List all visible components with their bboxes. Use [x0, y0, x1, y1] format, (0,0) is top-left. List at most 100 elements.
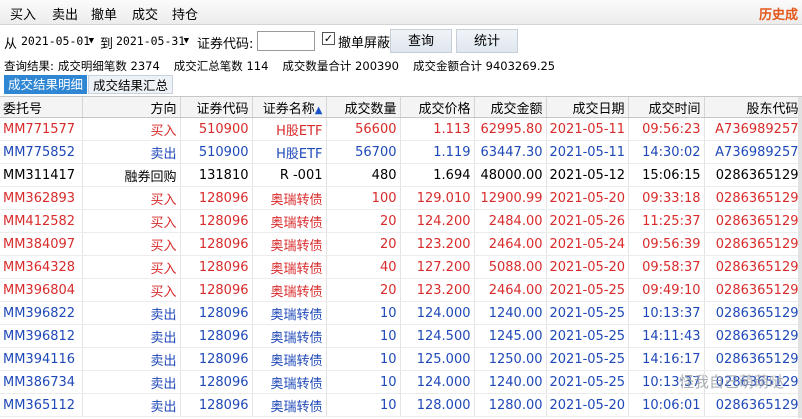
menu-item-cancel[interactable]: 撤单 [91, 4, 117, 23]
summary-summary-count: 成交汇总笔数 114 [173, 59, 269, 73]
cell-order-id: MM771577 [0, 117, 83, 141]
cell-price: 1.119 [400, 140, 475, 164]
to-date-select[interactable]: 2021-05-31 ▼ [113, 31, 193, 51]
cell-price: 1.694 [400, 163, 475, 187]
table-row[interactable]: MM775852 卖出 510900 H股ETF 56700 1.119 63447.30 2… [0, 140, 802, 164]
cell-shareholder-code: 0286365129 [704, 163, 802, 187]
col-header-direction[interactable]: 方向 [82, 97, 181, 118]
table-header-row: 委托号 方向 证券代码 证券名称▲ 成交数量 成交价格 成交金额 成交日期 成交… [0, 97, 802, 118]
cell-amount: 2464.00 [474, 278, 547, 302]
to-label: 到 [100, 37, 114, 52]
col-header-time[interactable]: 成交时间 [628, 97, 705, 118]
cell-date: 2021-05-24 [546, 232, 629, 256]
summary-qty-total: 成交数量合计 200390 [282, 59, 399, 73]
cell-order-id: MM365112 [0, 393, 83, 417]
table-row[interactable]: MM364328 买入 128096 奥瑞转债 40 127.200 5088.00 2021… [0, 255, 802, 279]
cell-order-id: MM396822 [0, 301, 83, 325]
history-menu-label[interactable]: 历史成 [759, 4, 798, 23]
cell-shareholder-code: 0286365129 [704, 324, 802, 348]
cell-price: 124.500 [400, 324, 475, 348]
cell-amount: 2484.00 [474, 209, 547, 233]
cell-quantity: 10 [326, 324, 401, 348]
cell-direction: 卖出 [82, 370, 181, 394]
table-row[interactable]: MM396822 卖出 128096 奥瑞转债 10 124.000 1240.00 2021… [0, 301, 802, 325]
cell-time: 09:56:39 [628, 232, 705, 256]
cell-time: 14:16:17 [628, 347, 705, 371]
from-date-value: 2021-05-01 [21, 34, 91, 48]
table-row[interactable]: MM396804 买入 128096 奥瑞转债 20 123.200 2464.00 2021… [0, 278, 802, 302]
cell-shareholder-code: 0286365129 [704, 393, 802, 417]
stats-button[interactable]: 统计 [456, 29, 518, 53]
cell-quantity: 100 [326, 186, 401, 210]
table-row[interactable]: MM412582 买入 128096 奥瑞转债 20 124.200 2484.00 2021… [0, 209, 802, 233]
cell-security-name: H股ETF [252, 140, 327, 164]
col-header-quantity[interactable]: 成交数量 [326, 97, 401, 118]
cell-direction: 买入 [82, 186, 181, 210]
cell-price: 127.200 [400, 255, 475, 279]
cell-security-name: 奥瑞转债 [252, 324, 327, 348]
menu-item-buy[interactable]: 买入 [10, 4, 36, 23]
cell-shareholder-code: 0286365129 [704, 301, 802, 325]
col-header-security-name-label: 证券名称 [262, 101, 315, 117]
cell-price: 128.000 [400, 393, 475, 417]
cell-amount: 48000.00 [474, 163, 547, 187]
col-header-order-id[interactable]: 委托号 [0, 97, 83, 118]
table-row[interactable]: MM771577 买入 510900 H股ETF 56600 1.113 62995.80 2… [0, 117, 802, 141]
menu-item-sell[interactable]: 卖出 [52, 4, 78, 23]
col-header-date[interactable]: 成交日期 [546, 97, 629, 118]
col-header-security-name[interactable]: 证券名称▲ [252, 97, 327, 118]
cell-security-code: 128096 [180, 186, 253, 210]
cell-quantity: 480 [326, 163, 401, 187]
table-row[interactable]: MM384097 买入 128096 奥瑞转债 20 123.200 2464.00 2021… [0, 232, 802, 256]
cell-security-code: 128096 [180, 324, 253, 348]
cell-direction: 买入 [82, 255, 181, 279]
from-date-select[interactable]: 2021-05-01 ▼ [18, 31, 98, 51]
cell-price: 129.010 [400, 186, 475, 210]
cell-direction: 卖出 [82, 347, 181, 371]
cell-order-id: MM364328 [0, 255, 83, 279]
menu-bar: 买入 卖出 撤单 成交 持仓 历史成 [0, 0, 802, 25]
cell-shareholder-code: 0286365129 [704, 209, 802, 233]
cell-quantity: 20 [326, 232, 401, 256]
cell-quantity: 10 [326, 301, 401, 325]
summary-amount-total: 成交金额合计 9403269.25 [412, 59, 556, 73]
cell-date: 2021-05-20 [546, 186, 629, 210]
summary-prefix: 查询结果: [4, 59, 54, 73]
cancel-filter-checkbox[interactable]: ✓ [322, 32, 335, 45]
cell-security-code: 510900 [180, 117, 253, 141]
cell-direction: 卖出 [82, 301, 181, 325]
code-label: 证券代码: [197, 37, 254, 52]
cell-shareholder-code: 0286365129 [704, 347, 802, 371]
query-button[interactable]: 查询 [390, 29, 452, 53]
cell-amount: 63447.30 [474, 140, 547, 164]
cell-time: 09:33:18 [628, 186, 705, 210]
cell-order-id: MM394116 [0, 347, 83, 371]
cell-security-name: 奥瑞转债 [252, 278, 327, 302]
cell-date: 2021-05-25 [546, 278, 629, 302]
table-row[interactable]: MM396812 卖出 128096 奥瑞转债 10 124.500 1245.00 2021… [0, 324, 802, 348]
table-row[interactable]: MM311417 融券回购 131810 R -001 480 1.694 48000.00… [0, 163, 802, 187]
cell-time: 09:49:10 [628, 278, 705, 302]
security-code-input[interactable] [257, 31, 315, 51]
col-header-shareholder-code[interactable]: 股东代码 [704, 97, 802, 118]
col-header-amount[interactable]: 成交金额 [474, 97, 547, 118]
col-header-security-code[interactable]: 证券代码 [180, 97, 253, 118]
table-row[interactable]: MM362893 买入 128096 奥瑞转债 100 129.010 12900.99 20… [0, 186, 802, 210]
tab-trade-details[interactable]: 成交结果明细 [4, 75, 88, 94]
cell-direction: 买入 [82, 209, 181, 233]
menu-item-positions[interactable]: 持仓 [172, 4, 198, 23]
vertical-scrollbar[interactable] [798, 97, 802, 418]
cell-security-code: 128096 [180, 393, 253, 417]
cell-quantity: 56700 [326, 140, 401, 164]
cell-date: 2021-05-26 [546, 209, 629, 233]
col-header-price[interactable]: 成交价格 [400, 97, 475, 118]
cell-order-id: MM311417 [0, 163, 83, 187]
cell-price: 124.000 [400, 370, 475, 394]
tab-trade-summary[interactable]: 成交结果汇总 [88, 75, 174, 94]
cell-security-name: R -001 [252, 163, 327, 187]
cell-amount: 2464.00 [474, 232, 547, 256]
watermark-text: 怪我自己萌萌哒 [678, 373, 784, 391]
menu-item-trades[interactable]: 成交 [132, 4, 158, 23]
table-row[interactable]: MM365112 卖出 128096 奥瑞转债 10 128.000 1280.00 2021… [0, 393, 802, 417]
table-row[interactable]: MM394116 卖出 128096 奥瑞转债 10 125.000 1250.00 2021… [0, 347, 802, 371]
